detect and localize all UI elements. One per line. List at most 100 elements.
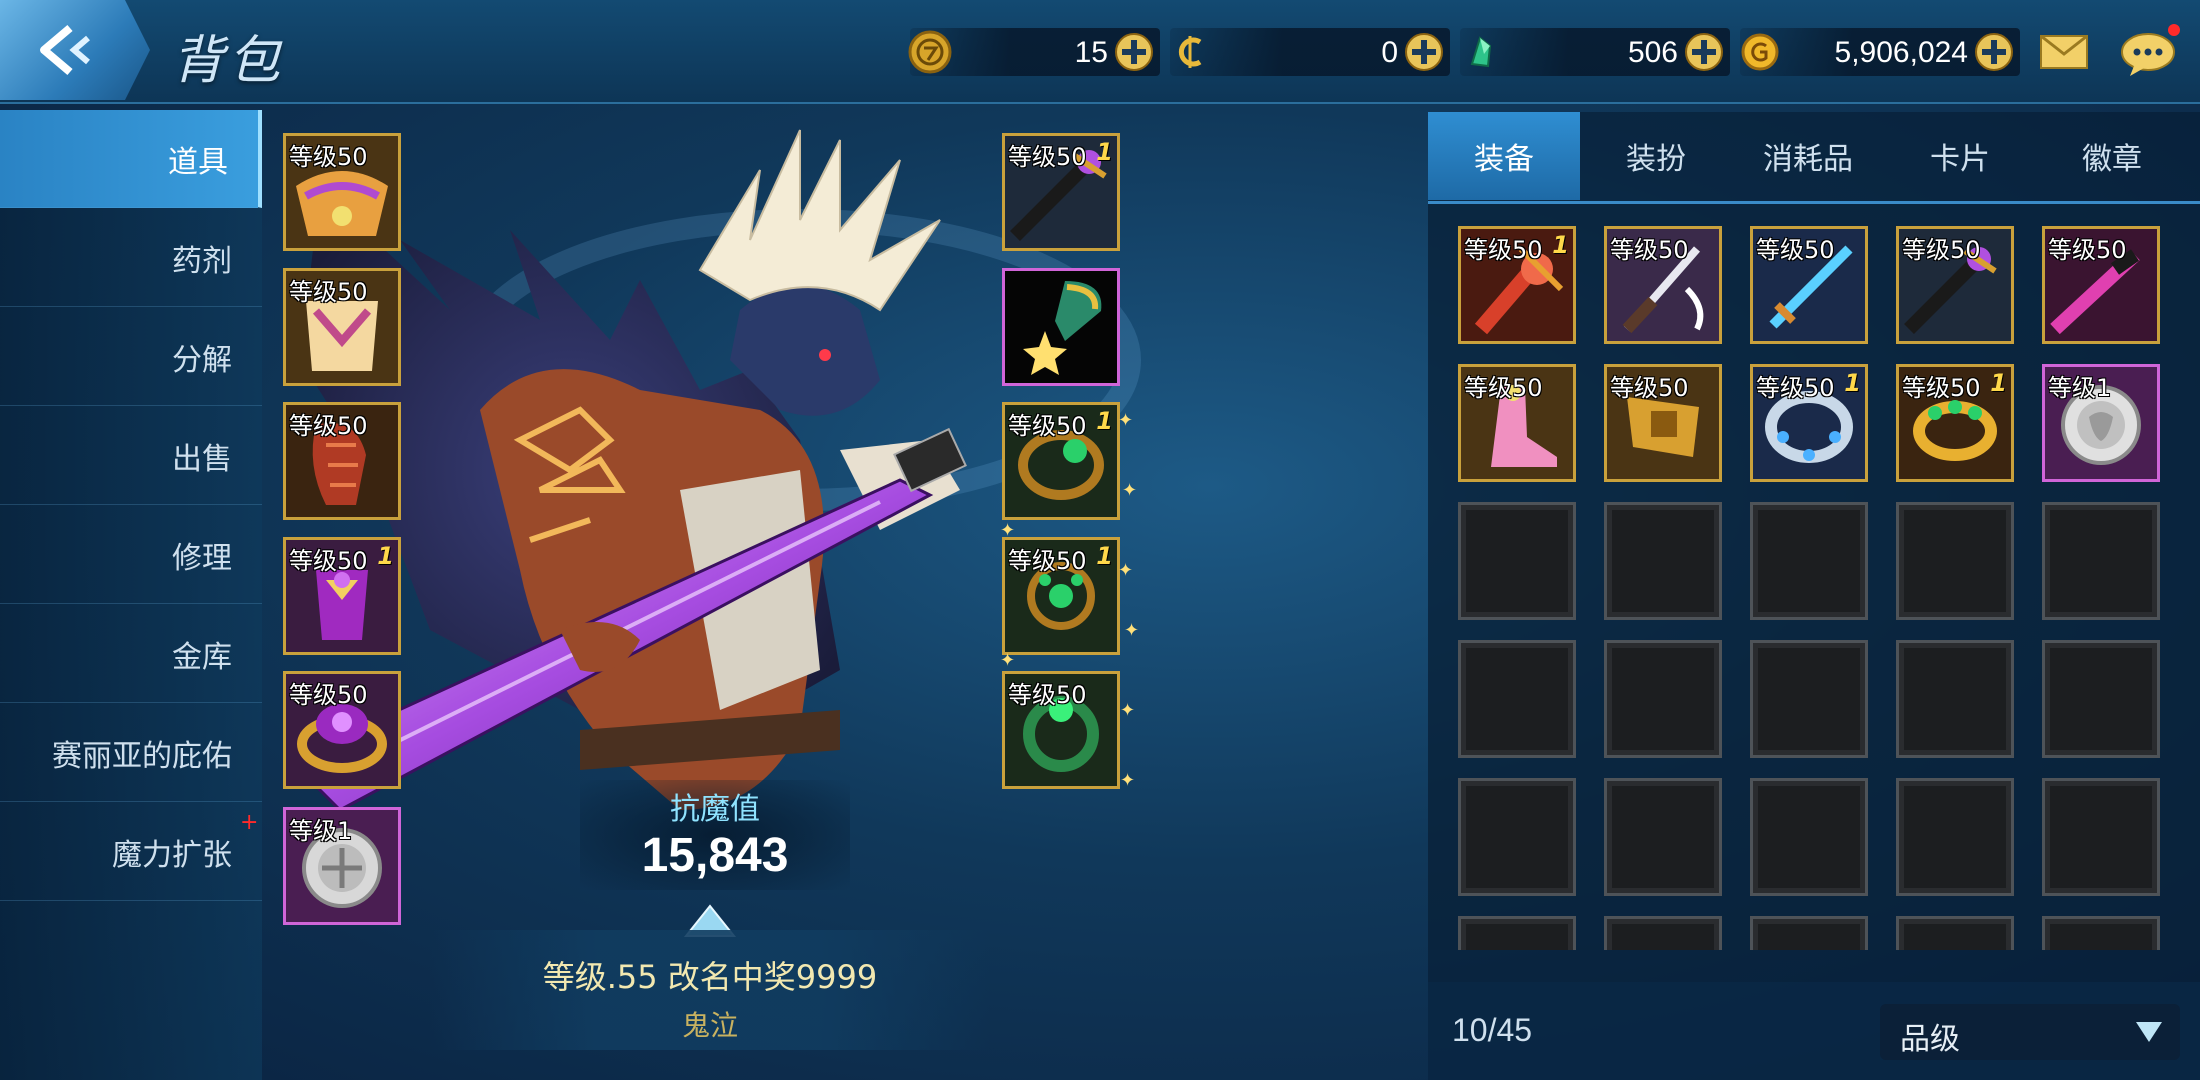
enhance-mark: 1	[1990, 369, 2007, 397]
empty-slot[interactable]	[2042, 502, 2160, 620]
mail-icon[interactable]	[2038, 28, 2090, 76]
inventory-count: 10/45	[1452, 1012, 1533, 1048]
item-level: 等级50	[1610, 374, 1689, 402]
menu-label: 出售	[172, 441, 232, 477]
empty-slot[interactable]	[1750, 640, 1868, 758]
inventory-slot[interactable]: 等级50	[1458, 364, 1576, 482]
currency-gems: 506	[1460, 28, 1730, 76]
sparkle-icon: ✦	[1118, 560, 1134, 581]
inventory-slot[interactable]: 等级1	[2042, 364, 2160, 482]
inventory-footer: 10/45 品级	[1428, 982, 2200, 1080]
inventory-panel: 装备 装扮 消耗品 卡片 徽章 等级50 1 等级50 等级50 等级50 等级…	[1428, 112, 2200, 1080]
add-currency-button[interactable]	[1684, 32, 1724, 72]
enhance-mark: 1	[1096, 138, 1113, 166]
tab-avatar[interactable]: 装扮	[1580, 112, 1732, 200]
gold-coin-icon	[1736, 28, 1784, 76]
empty-slot[interactable]	[2042, 778, 2160, 896]
character-class: 鬼泣	[681, 1009, 738, 1042]
add-currency-button[interactable]	[1114, 32, 1154, 72]
inventory-slot[interactable]: 等级50 1	[1458, 226, 1576, 344]
inventory-grid: 等级50 1 等级50 等级50 等级50 等级50 等级50 等级50 等级5…	[1428, 204, 2200, 950]
menu-item-repair[interactable]: 修理	[0, 506, 262, 604]
empty-slot[interactable]	[1458, 640, 1576, 758]
dropdown-arrow-icon	[2136, 1022, 2162, 1042]
equip-slot-chest[interactable]: 等级50	[283, 268, 401, 386]
empty-slot[interactable]	[1604, 916, 1722, 950]
empty-slot[interactable]	[1458, 778, 1576, 896]
item-level: 等级50	[1902, 236, 1981, 264]
tab-equipment[interactable]: 装备	[1428, 112, 1580, 200]
empty-slot[interactable]	[1750, 916, 1868, 950]
menu-item-vault[interactable]: 金库	[0, 605, 262, 703]
menu-label: 金库	[172, 639, 232, 675]
sparkle-icon: ✦	[1120, 700, 1136, 721]
empty-slot[interactable]	[1896, 640, 2014, 758]
character-name: 等级.55 改名中奖9999	[542, 958, 878, 996]
equip-slot-title[interactable]	[1002, 268, 1120, 386]
add-currency-button[interactable]	[1404, 32, 1444, 72]
empty-slot[interactable]	[1604, 502, 1722, 620]
enhance-mark: 1	[377, 542, 394, 570]
empty-slot[interactable]	[1750, 778, 1868, 896]
enhance-mark: 1	[1844, 369, 1861, 397]
tab-emblems[interactable]: 徽章	[2036, 112, 2188, 200]
inventory-slot[interactable]: 等级50	[1896, 226, 2014, 344]
equip-slot-gauntlet[interactable]: 等级50	[283, 402, 401, 520]
sort-label: 品级	[1900, 1022, 1960, 1057]
empty-slot[interactable]	[1896, 502, 2014, 620]
inventory-slot[interactable]: 等级50	[1604, 364, 1722, 482]
empty-slot[interactable]	[1604, 640, 1722, 758]
menu-label: 赛丽亚的庇佑	[52, 738, 232, 774]
equip-slot-necklace[interactable]: 等级50 1	[1002, 537, 1120, 655]
equip-slot-weapon[interactable]: 等级50 1	[1002, 133, 1120, 251]
menu-item-disassemble[interactable]: 分解	[0, 308, 262, 406]
back-arrow-icon	[40, 24, 90, 76]
equip-slot-ring[interactable]: 等级50	[1002, 671, 1120, 789]
notification-dot	[2168, 24, 2180, 36]
empty-slot[interactable]	[1458, 502, 1576, 620]
equip-slot-belt[interactable]: 等级50 1	[283, 537, 401, 655]
tab-label: 消耗品	[1763, 142, 1853, 177]
inventory-slot[interactable]: 等级50	[1604, 226, 1722, 344]
inventory-slot[interactable]: 等级50	[1750, 226, 1868, 344]
menu-item-items[interactable]: 道具	[0, 110, 262, 208]
sort-dropdown[interactable]: 品级	[1880, 1004, 2180, 1060]
add-currency-button[interactable]	[1974, 32, 2014, 72]
currency-cera: 0	[1170, 28, 1450, 76]
left-menu: 道具 药剂 分解 出售 修理 金库 赛丽亚的庇佑 魔力扩张 +	[0, 110, 262, 1080]
empty-slot[interactable]	[1750, 502, 1868, 620]
sparkle-icon: ✦	[1124, 620, 1140, 641]
empty-slot[interactable]	[2042, 916, 2160, 950]
back-button[interactable]	[0, 0, 150, 100]
equip-slot-emblem[interactable]: 等级1	[283, 807, 401, 925]
menu-item-seria-blessing[interactable]: 赛丽亚的庇佑	[0, 704, 262, 802]
menu-item-magic-expansion[interactable]: 魔力扩张 +	[0, 803, 262, 901]
cera-c-icon	[1166, 28, 1214, 76]
sparkle-icon: ✦	[1000, 520, 1016, 541]
empty-slot[interactable]	[2042, 640, 2160, 758]
sparkle-icon: ✦	[1118, 410, 1134, 431]
tab-consumables[interactable]: 消耗品	[1732, 112, 1884, 200]
empty-slot[interactable]	[1896, 778, 2014, 896]
equip-slot-bracelet[interactable]: 等级50	[283, 671, 401, 789]
inventory-slot[interactable]: 等级50 1	[1750, 364, 1868, 482]
inventory-slot[interactable]: 等级50 1	[1896, 364, 2014, 482]
menu-label: 道具	[168, 144, 228, 180]
menu-item-potions[interactable]: 药剂	[0, 209, 262, 307]
item-level: 等级50	[1756, 374, 1835, 402]
inventory-slot[interactable]: 等级50	[2042, 226, 2160, 344]
green-gem-icon	[1456, 28, 1504, 76]
enhance-mark: 1	[1096, 542, 1113, 570]
equip-slot-bracelet-green[interactable]: 等级50 1	[1002, 402, 1120, 520]
empty-slot[interactable]	[1896, 916, 2014, 950]
empty-slot[interactable]	[1604, 778, 1722, 896]
tab-label: 装扮	[1626, 142, 1686, 177]
menu-label: 魔力扩张	[112, 837, 232, 873]
tab-cards[interactable]: 卡片	[1884, 112, 2036, 200]
equip-slot-shoulder[interactable]: 等级50	[283, 133, 401, 251]
empty-slot[interactable]	[1458, 916, 1576, 950]
top-bar: 背包 15 0 506 5,906,024	[0, 0, 2200, 104]
chat-icon[interactable]	[2120, 22, 2182, 80]
title-medal-icon	[1005, 271, 1117, 383]
menu-item-sell[interactable]: 出售	[0, 407, 262, 505]
